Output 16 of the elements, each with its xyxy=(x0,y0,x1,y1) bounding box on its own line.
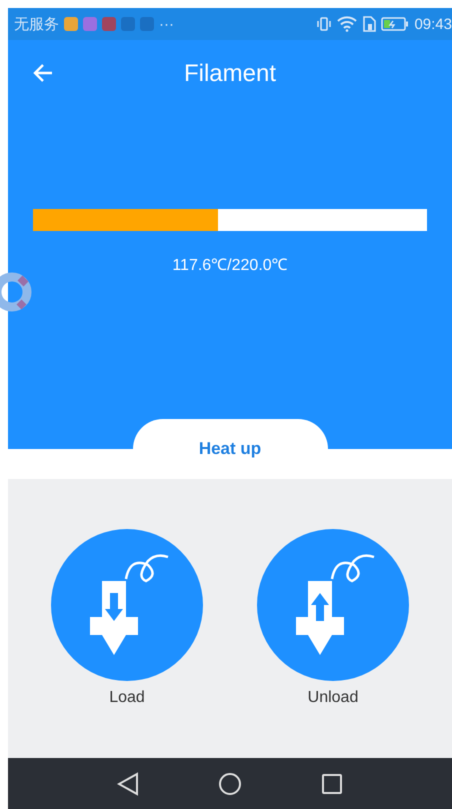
home-circle-icon[interactable] xyxy=(218,772,242,796)
recents-square-icon[interactable] xyxy=(320,772,343,794)
carrier-text: 无服务 xyxy=(14,14,59,34)
back-triangle-icon[interactable] xyxy=(117,772,140,796)
action-label: Unload xyxy=(308,689,358,707)
action-label: Load xyxy=(109,689,145,707)
clock-text: 09:43 xyxy=(414,16,452,32)
screen-title: Filament xyxy=(184,60,276,88)
wifi-icon xyxy=(337,16,358,32)
temperature-reading: 117.6℃/220.0℃ xyxy=(172,256,288,275)
lifebuoy-icon[interactable] xyxy=(0,270,34,314)
back-arrow-icon[interactable] xyxy=(32,62,54,84)
vibrate-icon xyxy=(316,16,332,32)
sim-card-icon xyxy=(362,16,376,32)
overflow-text: ··· xyxy=(159,16,174,32)
battery-charging-icon xyxy=(381,17,410,31)
